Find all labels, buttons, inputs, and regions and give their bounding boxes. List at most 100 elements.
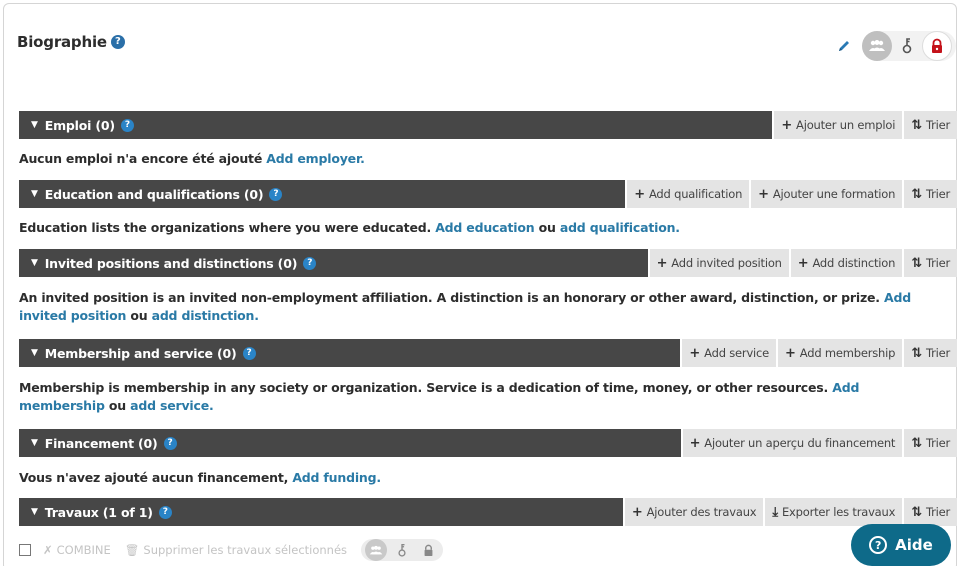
visibility-selector	[862, 31, 956, 61]
description-text: Aucun emploi n'a encore été ajouté	[19, 151, 267, 166]
add-qualification-link[interactable]: add qualification.	[560, 220, 680, 235]
help-circle-icon: ?	[869, 536, 888, 554]
add-service-label: Add service	[704, 346, 770, 360]
description-text: Membership is membership in any society …	[19, 380, 833, 395]
biography-header: Biographie ?	[17, 33, 125, 51]
combine-label: COMBINE	[56, 543, 111, 557]
plus-icon: +	[797, 255, 809, 271]
sort-label: Trier	[925, 256, 950, 270]
description-text: ou	[126, 308, 152, 323]
sort-icon: ⇅	[911, 435, 922, 451]
help-icon[interactable]: ?	[158, 505, 172, 519]
section-bar-works: ▼ Travaux (1 of 1) ? + Ajouter des travau…	[19, 498, 957, 526]
add-service-link[interactable]: add service.	[130, 398, 214, 413]
add-funding-button[interactable]: + Ajouter un aperçu du financement	[680, 429, 903, 457]
section-title-funding[interactable]: Financement (0)	[45, 436, 158, 451]
sort-membership-button[interactable]: ⇅ Trier	[902, 339, 957, 367]
add-education-link[interactable]: Add education	[435, 220, 534, 235]
sort-label: Trier	[925, 505, 950, 519]
section-title-employment[interactable]: Emploi (0)	[45, 118, 115, 133]
add-education-button[interactable]: + Ajouter une formation	[749, 180, 903, 208]
trusted-icon[interactable]	[391, 539, 413, 561]
section-title-education[interactable]: Education and qualifications (0)	[45, 187, 264, 202]
description-text: An invited position is an invited non-em…	[19, 290, 885, 305]
plus-icon: +	[781, 117, 793, 133]
sort-education-button[interactable]: ⇅ Trier	[902, 180, 957, 208]
chevron-down-icon[interactable]: ▼	[31, 348, 38, 358]
sort-employment-button[interactable]: ⇅ Trier	[902, 111, 957, 139]
add-distinction-label: Add distinction	[812, 256, 896, 270]
employment-description: Aucun emploi n'a encore été ajouté Add e…	[19, 150, 365, 168]
help-icon[interactable]: ?	[303, 256, 317, 270]
plus-icon: +	[785, 345, 796, 361]
sort-icon: ⇅	[911, 255, 922, 271]
everyone-icon[interactable]	[365, 539, 388, 561]
chevron-down-icon[interactable]: ▼	[31, 189, 38, 199]
combine-icon: ✗	[43, 543, 53, 557]
trusted-icon[interactable]	[892, 31, 922, 61]
section-title-invited-positions[interactable]: Invited positions and distinctions (0)	[45, 256, 298, 271]
add-qualification-button[interactable]: + Add qualification	[625, 180, 750, 208]
add-funding-label: Ajouter un aperçu du financement	[704, 436, 896, 450]
section-bar-education: ▼ Education and qualifications (0) ? + Ad…	[19, 180, 957, 208]
description-text: ou	[104, 398, 131, 413]
add-service-button[interactable]: + Add service	[680, 339, 777, 367]
add-invited-position-label: Add invited position	[671, 256, 782, 270]
add-employment-label: Ajouter un emploi	[796, 118, 896, 132]
everyone-icon[interactable]	[862, 31, 892, 61]
help-icon[interactable]: ?	[269, 187, 283, 201]
sort-label: Trier	[925, 118, 950, 132]
add-invited-position-button[interactable]: + Add invited position	[647, 249, 789, 277]
combine-button[interactable]: ✗ COMBINE	[43, 543, 111, 557]
help-icon[interactable]: ?	[163, 436, 177, 450]
sort-funding-button[interactable]: ⇅ Trier	[902, 429, 957, 457]
export-works-button[interactable]: ⤓ Exporter les travaux	[763, 498, 903, 526]
sort-works-button[interactable]: ⇅ Trier	[902, 498, 957, 526]
select-all-checkbox[interactable]	[19, 544, 31, 556]
sort-icon: ⇅	[911, 186, 922, 202]
chevron-down-icon[interactable]: ▼	[31, 507, 38, 517]
sort-icon: ⇅	[911, 117, 922, 133]
help-button[interactable]: ? Aide	[851, 524, 951, 566]
help-icon[interactable]: ?	[242, 346, 256, 360]
sort-icon: ⇅	[911, 504, 922, 520]
add-membership-button[interactable]: + Add membership	[776, 339, 903, 367]
plus-icon: +	[656, 255, 668, 271]
add-distinction-link[interactable]: add distinction.	[152, 308, 259, 323]
section-title-works[interactable]: Travaux (1 of 1)	[45, 505, 153, 520]
funding-description: Vous n'avez ajouté aucun financement, Ad…	[19, 469, 381, 487]
add-membership-label: Add membership	[799, 346, 896, 360]
delete-selected-button[interactable]: 🗑 Supprimer les travaux sélectionnés	[125, 543, 347, 557]
chevron-down-icon[interactable]: ▼	[31, 120, 38, 130]
sort-label: Trier	[925, 187, 950, 201]
add-funding-link[interactable]: Add funding.	[292, 470, 381, 485]
plus-icon: +	[631, 504, 643, 520]
help-icon[interactable]: ?	[120, 118, 134, 132]
plus-icon: +	[634, 186, 645, 202]
add-employment-button[interactable]: + Ajouter un emploi	[772, 111, 903, 139]
description-text: ou	[534, 220, 560, 235]
add-education-label: Ajouter une formation	[772, 187, 896, 201]
chevron-down-icon[interactable]: ▼	[31, 258, 38, 268]
sort-invited-button[interactable]: ⇅ Trier	[902, 249, 957, 277]
biography-help-icon[interactable]: ?	[110, 35, 125, 49]
add-employer-link[interactable]: Add employer.	[266, 151, 365, 166]
biography-title: Biographie	[17, 33, 107, 51]
description-text: Vous n'avez ajouté aucun financement,	[19, 470, 293, 485]
sort-label: Trier	[925, 346, 950, 360]
export-works-label: Exporter les travaux	[781, 505, 896, 519]
add-distinction-button[interactable]: + Add distinction	[788, 249, 903, 277]
private-lock-icon[interactable]	[417, 539, 439, 561]
section-bar-employment: ▼ Emploi (0) ? + Ajouter un emploi ⇅ Trier	[19, 111, 957, 139]
add-works-button[interactable]: + Ajouter des travaux	[622, 498, 764, 526]
section-title-membership[interactable]: Membership and service (0)	[45, 346, 237, 361]
delete-selected-label: Supprimer les travaux sélectionnés	[143, 543, 348, 557]
plus-icon: +	[689, 435, 701, 451]
pencil-icon[interactable]	[836, 38, 852, 54]
plus-icon: +	[758, 186, 769, 202]
private-lock-icon[interactable]	[922, 31, 952, 61]
add-qualification-label: Add qualification	[648, 187, 743, 201]
help-button-label: Aide	[895, 536, 933, 554]
chevron-down-icon[interactable]: ▼	[31, 438, 38, 448]
trash-icon: 🗑	[124, 543, 140, 557]
